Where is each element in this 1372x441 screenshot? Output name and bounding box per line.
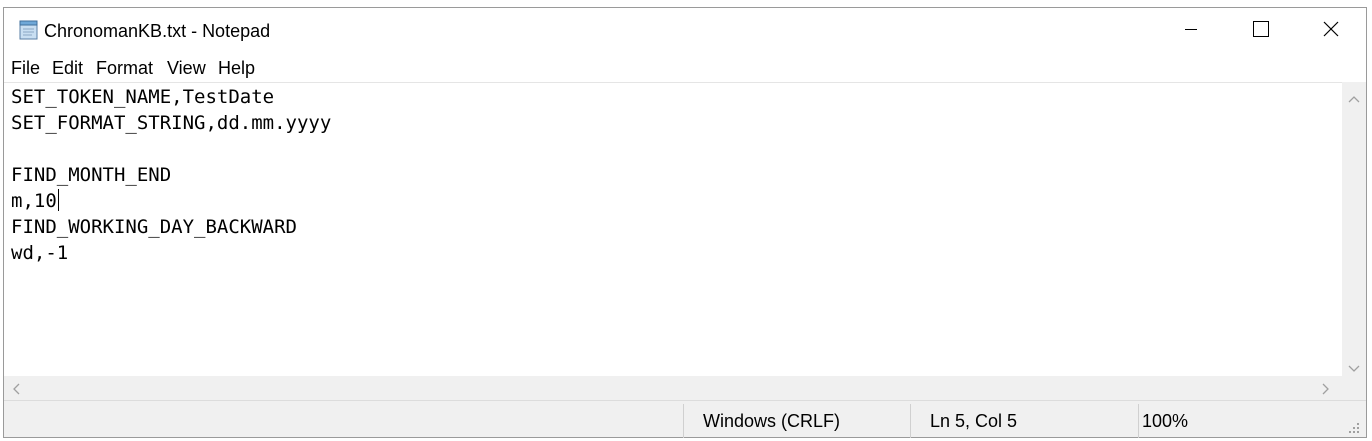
- notepad-window: ChronomanKB.txt - Notepad File Edit Form…: [3, 7, 1367, 438]
- close-icon: [1322, 20, 1340, 43]
- maximize-icon: [1252, 20, 1270, 43]
- menu-bar: File Edit Format View Help: [4, 54, 1366, 82]
- editor-line: FIND_MONTH_END: [11, 164, 172, 186]
- scroll-up-icon[interactable]: [1348, 90, 1360, 108]
- editor-line: SET_TOKEN_NAME,TestDate: [11, 86, 275, 108]
- status-divider: [1138, 404, 1139, 438]
- vertical-scrollbar[interactable]: [1342, 82, 1366, 376]
- title-bar[interactable]: ChronomanKB.txt - Notepad: [4, 8, 1366, 54]
- scroll-right-icon[interactable]: [1322, 382, 1330, 400]
- editor-line: FIND_WORKING_DAY_BACKWARD: [11, 216, 297, 238]
- status-bar: Windows (CRLF) Ln 5, Col 5 100%: [4, 400, 1366, 439]
- status-divider: [683, 404, 684, 438]
- menu-help[interactable]: Help: [218, 58, 255, 79]
- text-caret: [58, 189, 59, 211]
- notepad-icon[interactable]: [17, 20, 39, 40]
- line-ending-status: Windows (CRLF): [703, 411, 841, 431]
- minimize-button[interactable]: [1156, 8, 1226, 54]
- horizontal-scrollbar[interactable]: [4, 376, 1342, 400]
- scroll-left-icon[interactable]: [12, 382, 20, 400]
- zoom-status: 100%: [1142, 411, 1189, 431]
- editor-line: m,10: [11, 190, 57, 212]
- menu-format[interactable]: Format: [96, 58, 153, 79]
- cursor-position-status: Ln 5, Col 5: [930, 411, 1018, 431]
- scrollbar-corner: [1342, 376, 1366, 400]
- text-editor[interactable]: SET_TOKEN_NAME,TestDate SET_FORMAT_STRIN…: [4, 82, 1342, 376]
- menu-view[interactable]: View: [167, 58, 206, 79]
- status-divider: [910, 404, 911, 438]
- editor-line: wd,-1: [11, 242, 69, 264]
- close-button[interactable]: [1296, 8, 1366, 54]
- maximize-button[interactable]: [1226, 8, 1296, 54]
- minimize-icon: [1183, 21, 1199, 42]
- editor-line: SET_FORMAT_STRING,dd.mm.yyyy: [11, 112, 332, 134]
- window-title: ChronomanKB.txt - Notepad: [44, 21, 271, 41]
- menu-file[interactable]: File: [11, 58, 40, 79]
- resize-grip-icon[interactable]: [1348, 421, 1360, 439]
- menu-edit[interactable]: Edit: [52, 58, 83, 79]
